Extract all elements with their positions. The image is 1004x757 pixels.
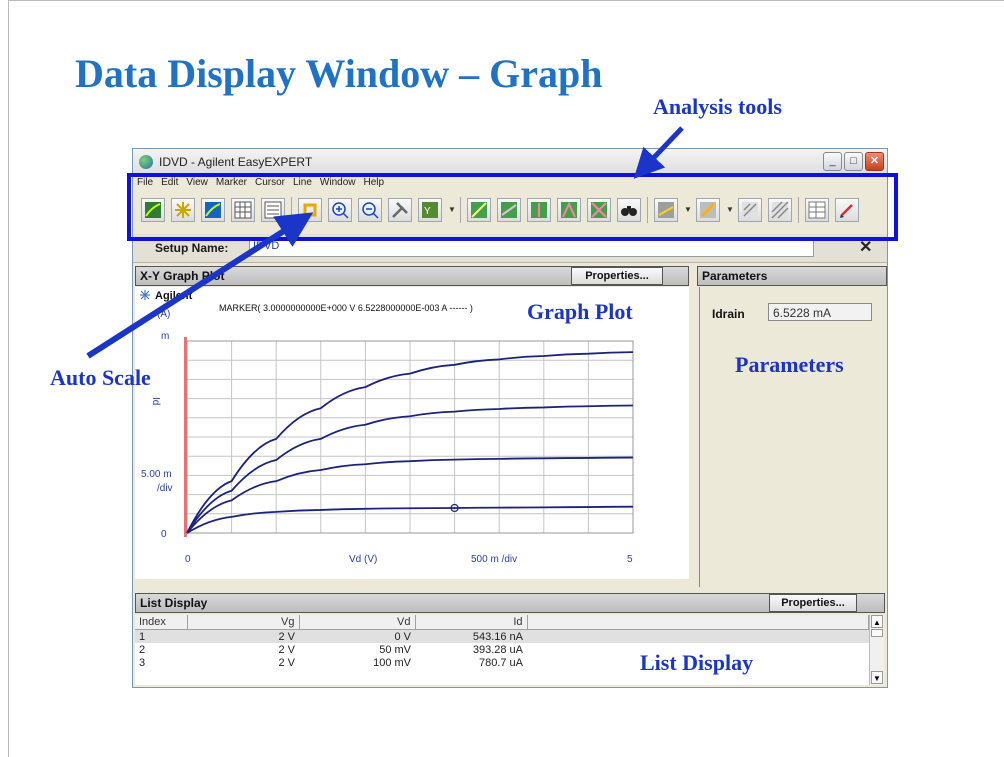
setup-name-label: Setup Name: [155,241,229,255]
y-axis-label: Id [150,397,161,405]
graph-brand-label: Agilent [155,290,193,302]
table-cell: 543.16 nA [415,629,527,643]
y-unit-label: (A) [157,309,170,320]
window-titlebar[interactable]: IDVD - Agilent EasyEXPERT _ □ ✕ [133,149,887,176]
column-header-id[interactable]: Id [415,615,528,630]
table-cell: 50 mV [379,643,411,656]
table-cell: 1 [135,629,187,643]
slide-title: Data Display Window – Graph [75,51,603,96]
y-axis-bar [184,337,187,537]
maximize-button[interactable]: □ [844,152,863,171]
table-cell: 2 V [187,629,299,643]
list-header-row: Index Vg Vd Id [135,615,869,630]
column-header-vg[interactable]: Vg [187,615,300,630]
analysis-tools-highlight [127,173,898,241]
params-panel-header: Parameters [697,266,887,286]
callout-list-display: List Display [640,650,754,675]
callout-parameters: Parameters [735,352,844,377]
slide-border-left [8,0,9,757]
param-idrain-value: 6.5228 mA [768,303,872,321]
table-row[interactable]: 2 2 V 50 mV 393.28 uA [135,643,869,656]
table-cell: 2 [139,643,146,656]
list-properties-button[interactable]: Properties... [769,594,857,612]
xy-graph-svg[interactable]: Agilent (A) MARKER( 3.0000000000E+000 V 6.… [135,287,689,579]
marker-readout: MARKER( 3.0000000000E+000 V 6.5228000000… [219,303,473,313]
y-zero-label: 0 [161,529,167,540]
window-title: IDVD - Agilent EasyEXPERT [159,155,313,169]
table-cell: 0 V [299,629,415,643]
column-header-index[interactable]: Index [135,615,188,630]
x-max-label: 5 [627,554,633,565]
app-logo-icon [139,155,153,169]
column-header-empty [527,615,869,630]
scroll-up-icon[interactable]: ▲ [871,615,883,628]
list-scrollbar[interactable]: ▲ ▼ [869,615,884,685]
table-row[interactable]: 1 2 V 0 V 543.16 nA [135,629,869,643]
graph-plot-area[interactable]: Agilent (A) MARKER( 3.0000000000E+000 V 6.… [135,287,689,579]
x-div-label: 500 m /div [471,554,517,565]
parameters-area: Idrain 6.5228 mA [699,287,886,587]
scroll-down-icon[interactable]: ▼ [871,671,883,684]
table-cell: 3 [139,656,146,669]
table-row[interactable]: 3 2 V 100 mV 780.7 uA [135,656,869,669]
setup-name-field[interactable]: IDVD [249,239,814,257]
table-cell [527,629,869,643]
list-table: Index Vg Vd Id 1 2 V 0 V 543.16 nA 2 2 V… [135,615,869,669]
y-div-label: 5.00 m [141,469,172,480]
slide-border-top [8,0,1004,1]
table-cell: 2 V [278,656,295,669]
y-top-label: m [161,331,169,342]
scroll-thumb[interactable] [871,629,883,637]
table-cell: 100 mV [373,656,411,669]
agilent-brand-icon [140,290,150,300]
table-cell: 780.7 uA [478,656,523,669]
x-zero-label: 0 [185,554,191,565]
graph-properties-button[interactable]: Properties... [571,267,663,285]
callout-graph-plot: Graph Plot [527,299,633,324]
table-cell: 393.28 uA [472,643,523,656]
x-axis-label: Vd (V) [349,554,377,565]
list-display-area: Index Vg Vd Id 1 2 V 0 V 543.16 nA 2 2 V… [135,615,884,685]
y-div-unit-label: /div [157,483,173,494]
column-header-vd[interactable]: Vd [299,615,416,630]
param-idrain-label: Idrain [712,307,745,321]
close-button[interactable]: ✕ [865,152,884,171]
callout-auto-scale: Auto Scale [50,365,151,390]
callout-analysis-tools: Analysis tools [653,94,782,119]
table-cell: 2 V [278,643,295,656]
minimize-button[interactable]: _ [823,152,842,171]
